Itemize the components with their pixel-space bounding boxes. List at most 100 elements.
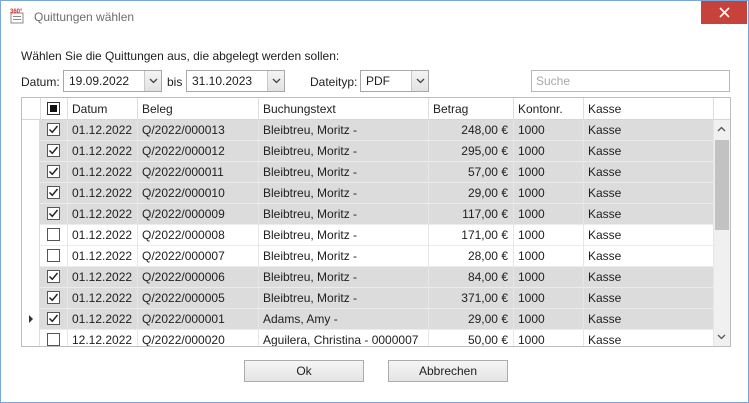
row-checkbox[interactable] bbox=[47, 228, 60, 241]
row-header[interactable] bbox=[22, 267, 40, 288]
vertical-scrollbar[interactable] bbox=[714, 120, 730, 346]
cell-beleg: Q/2022/000008 bbox=[138, 225, 259, 246]
row-checkbox[interactable] bbox=[47, 270, 60, 283]
row-header[interactable] bbox=[22, 309, 40, 330]
cell-select[interactable] bbox=[41, 120, 68, 141]
dateityp-dropdown[interactable] bbox=[411, 71, 428, 91]
row-checkbox[interactable] bbox=[47, 333, 60, 346]
date-from-value: 19.09.2022 bbox=[69, 74, 130, 88]
cell-beleg: Q/2022/000006 bbox=[138, 267, 259, 288]
table-row[interactable]: 01.12.2022 Q/2022/000009 Bleibtreu, Moritz… bbox=[22, 204, 714, 225]
cell-select[interactable] bbox=[41, 267, 68, 288]
table-row[interactable]: 01.12.2022 Q/2022/000008 Bleibtreu, Moritz… bbox=[22, 225, 714, 246]
scroll-up-icon[interactable] bbox=[717, 126, 726, 132]
cell-kasse: Kasse bbox=[584, 267, 714, 288]
cell-beleg: Q/2022/000010 bbox=[138, 183, 259, 204]
row-checkbox[interactable] bbox=[47, 249, 60, 262]
receipts-table: Datum Beleg Buchungstext Betrag Kontonr.… bbox=[21, 97, 731, 347]
cell-beleg: Q/2022/000007 bbox=[138, 246, 259, 267]
row-checkbox[interactable] bbox=[47, 291, 60, 304]
row-checkbox[interactable] bbox=[47, 165, 60, 178]
cell-select[interactable] bbox=[41, 183, 68, 204]
col-header-kontonr[interactable]: Kontonr. bbox=[514, 98, 584, 120]
table-row[interactable]: 01.12.2022 Q/2022/000012 Bleibtreu, Moritz… bbox=[22, 141, 714, 162]
row-checkbox[interactable] bbox=[47, 144, 60, 157]
date-to-value: 31.10.2023 bbox=[192, 74, 253, 88]
date-to-picker[interactable]: 31.10.2023 bbox=[186, 70, 285, 92]
table-row[interactable]: 01.12.2022 Q/2022/000006 Bleibtreu, Moritz… bbox=[22, 267, 714, 288]
datum-label: Datum: bbox=[21, 75, 60, 89]
row-checkbox[interactable] bbox=[47, 312, 60, 325]
table-row[interactable]: 01.12.2022 Q/2022/000007 Bleibtreu, Moritz… bbox=[22, 246, 714, 267]
col-header-beleg[interactable]: Beleg bbox=[138, 98, 259, 120]
cell-datum: 01.12.2022 bbox=[68, 183, 138, 204]
svg-text:360°: 360° bbox=[10, 9, 23, 15]
dialog-window: 360° Quittungen wählen Wählen Sie die Qu… bbox=[0, 0, 749, 403]
search-input[interactable] bbox=[531, 70, 730, 92]
table-row[interactable]: 01.12.2022 Q/2022/000005 Bleibtreu, Moritz… bbox=[22, 288, 714, 309]
cell-buchungstext: Bleibtreu, Moritz - bbox=[259, 141, 429, 162]
cancel-button[interactable]: Abbrechen bbox=[388, 360, 508, 382]
table-row[interactable]: 01.12.2022 Q/2022/000013 Bleibtreu, Moritz… bbox=[22, 120, 714, 141]
cell-kontonr: 1000 bbox=[514, 309, 584, 330]
select-all-cell[interactable] bbox=[41, 98, 68, 120]
scroll-down-icon[interactable] bbox=[717, 334, 726, 340]
table-row[interactable]: 01.12.2022 Q/2022/000011 Bleibtreu, Moritz… bbox=[22, 162, 714, 183]
cell-select[interactable] bbox=[41, 246, 68, 267]
cell-betrag: 28,00 € bbox=[429, 246, 514, 267]
date-to-dropdown[interactable] bbox=[267, 71, 284, 91]
cell-betrag: 29,00 € bbox=[429, 309, 514, 330]
col-header-kasse[interactable]: Kasse bbox=[584, 98, 714, 120]
indeterminate-mark bbox=[50, 105, 57, 112]
cell-kontonr: 1000 bbox=[514, 288, 584, 309]
ok-button[interactable]: Ok bbox=[244, 360, 364, 382]
cell-datum: 01.12.2022 bbox=[68, 162, 138, 183]
cell-select[interactable] bbox=[41, 204, 68, 225]
row-checkbox[interactable] bbox=[47, 207, 60, 220]
checkmark-icon bbox=[48, 272, 59, 281]
cell-select[interactable] bbox=[41, 309, 68, 330]
cell-kasse: Kasse bbox=[584, 120, 714, 141]
cell-kasse: Kasse bbox=[584, 246, 714, 267]
cell-datum: 01.12.2022 bbox=[68, 288, 138, 309]
col-header-datum[interactable]: Datum bbox=[68, 98, 138, 120]
row-checkbox[interactable] bbox=[47, 123, 60, 136]
select-all-checkbox[interactable] bbox=[47, 102, 60, 115]
cell-select[interactable] bbox=[41, 141, 68, 162]
row-header[interactable] bbox=[22, 162, 40, 183]
col-header-betrag[interactable]: Betrag bbox=[429, 98, 514, 120]
cell-kasse: Kasse bbox=[584, 330, 714, 346]
table-row[interactable]: 12.12.2022 Q/2022/000020 Aguilera, Christi… bbox=[22, 330, 714, 346]
date-from-dropdown[interactable] bbox=[144, 71, 161, 91]
cell-kasse: Kasse bbox=[584, 309, 714, 330]
row-header[interactable] bbox=[22, 246, 40, 267]
cell-select[interactable] bbox=[41, 225, 68, 246]
row-checkbox[interactable] bbox=[47, 186, 60, 199]
cell-datum: 01.12.2022 bbox=[68, 141, 138, 162]
row-header[interactable] bbox=[22, 141, 40, 162]
row-header[interactable] bbox=[22, 183, 40, 204]
date-from-picker[interactable]: 19.09.2022 bbox=[63, 70, 162, 92]
row-header[interactable] bbox=[22, 204, 40, 225]
table-row[interactable]: 01.12.2022 Q/2022/000001 Adams, Amy -29,00… bbox=[22, 309, 714, 330]
cell-select[interactable] bbox=[41, 162, 68, 183]
close-button[interactable] bbox=[701, 1, 747, 24]
cell-buchungstext: Bleibtreu, Moritz - bbox=[259, 204, 429, 225]
table-row[interactable]: 01.12.2022 Q/2022/000010 Bleibtreu, Moritz… bbox=[22, 183, 714, 204]
row-header[interactable] bbox=[22, 225, 40, 246]
dateityp-label: Dateityp: bbox=[310, 75, 358, 89]
row-header[interactable] bbox=[22, 288, 40, 309]
cell-kasse: Kasse bbox=[584, 162, 714, 183]
row-header[interactable] bbox=[22, 330, 40, 346]
scrollbar-thumb[interactable] bbox=[715, 140, 729, 230]
cell-datum: 01.12.2022 bbox=[68, 267, 138, 288]
cell-betrag: 117,00 € bbox=[429, 204, 514, 225]
row-header[interactable] bbox=[22, 120, 40, 141]
col-header-buchungstext[interactable]: Buchungstext bbox=[259, 98, 429, 120]
dateityp-select[interactable]: PDF bbox=[360, 70, 429, 92]
cell-select[interactable] bbox=[41, 288, 68, 309]
title-bar[interactable]: 360° Quittungen wählen bbox=[1, 1, 748, 31]
row-header-corner bbox=[22, 98, 41, 120]
cell-select[interactable] bbox=[41, 330, 68, 346]
cell-beleg: Q/2022/000001 bbox=[138, 309, 259, 330]
